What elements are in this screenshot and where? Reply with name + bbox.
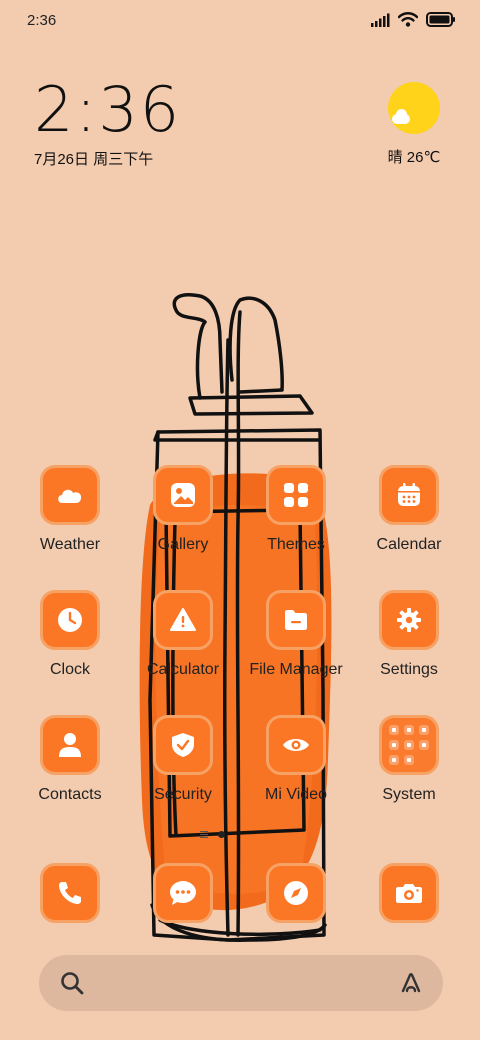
dock-phone[interactable] [10,863,130,923]
widget-date: 7月26日 周三下午 [34,151,154,168]
compass-icon [266,863,326,923]
app-label: Themes [267,536,325,553]
dock-messages[interactable] [123,863,243,923]
page-indicator [200,831,225,838]
app-mi-video[interactable]: Mi Video [236,715,356,804]
weather-summary: 晴 26℃ [387,149,441,166]
status-time: 2:36 [27,12,57,29]
app-themes[interactable]: Themes [236,465,356,554]
battery-icon [426,12,455,27]
app-label: Calculator [146,661,220,678]
app-contacts[interactable]: Contacts [10,715,130,804]
status-icons [370,12,456,27]
search-icon[interactable] [59,970,85,996]
calculator-icon [153,590,213,650]
folder-grid-icon [379,715,439,775]
widget-time: 2:36 [34,73,182,146]
app-clock[interactable]: Clock [10,590,130,679]
assistant-icon[interactable] [397,969,425,997]
dock-camera[interactable] [349,863,469,923]
app-label: Mi Video [265,786,327,803]
shield-icon [153,715,213,775]
gear-icon [379,590,439,650]
search-bar[interactable] [39,955,443,1011]
app-label: File Manager [249,661,343,678]
camera-icon [379,863,439,923]
weather-widget[interactable]: 晴 26℃ [382,82,446,167]
app-label: Security [154,786,212,803]
message-icon [153,863,213,923]
person-icon [40,715,100,775]
app-label: System [382,786,436,803]
app-label: Contacts [38,786,102,803]
dock-browser[interactable] [236,863,356,923]
app-label: Clock [49,661,90,678]
app-label: Weather [39,536,101,553]
app-security[interactable]: Security [123,715,243,804]
phone-icon [40,863,100,923]
sunny-icon [388,82,440,134]
calendar-icon [379,465,439,525]
themes-icon [266,465,326,525]
signal-icon [371,13,390,27]
weather-icon [40,465,100,525]
app-file-manager[interactable]: File Manager [236,590,356,679]
status-bar: 2:36 [0,0,480,44]
app-gallery[interactable]: Gallery [123,465,243,554]
minus-one-page-indicator [200,831,208,838]
app-system-folder[interactable]: System [349,715,469,804]
clock-icon [40,590,100,650]
app-label: Calendar [376,536,442,553]
app-label: Gallery [157,536,209,553]
gallery-icon [153,465,213,525]
app-settings[interactable]: Settings [349,590,469,679]
clock-widget[interactable]: 2:36 7月26日 周三下午 [34,78,181,169]
wifi-icon [398,12,418,27]
app-calendar[interactable]: Calendar [349,465,469,554]
folder-icon [266,590,326,650]
app-calculator[interactable]: Calculator [123,590,243,679]
eye-icon [266,715,326,775]
app-weather[interactable]: Weather [10,465,130,554]
current-page-dot [218,831,225,838]
app-label: Settings [380,661,438,678]
